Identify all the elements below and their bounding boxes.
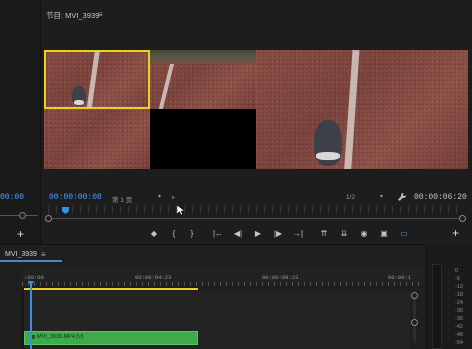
chevron-right-icon: ▸ [172,195,176,201]
meter-tick-label: -24 [455,300,463,306]
meter-tick-label: -30 [455,308,463,314]
step-back-button[interactable]: ◀| [232,228,244,240]
timeline-tick-label: :00:00 [24,274,44,281]
source-add-button[interactable]: + [17,228,24,240]
wrench-icon[interactable] [397,192,407,202]
video-tile-empty [150,109,256,169]
timeline-menu-icon[interactable]: ≡ [41,250,46,259]
comparison-view-button[interactable]: ▣ [378,228,390,240]
go-to-in-button[interactable]: |← [212,228,224,240]
source-scrub-handle[interactable] [19,212,26,219]
program-monitor-title[interactable]: 节目: MVI_3939 [46,10,99,21]
source-timecode[interactable]: 00:00 [0,193,24,202]
extract-button[interactable]: ⇊ [338,228,350,240]
source-monitor-panel [0,0,40,244]
timeline-sequence-name[interactable]: MVI_3939 [5,251,37,258]
export-frame-button[interactable]: ◉ [358,228,370,240]
chevron-down-icon[interactable]: ▾ [380,193,383,200]
program-scrub-bar[interactable] [48,218,464,219]
mark-out-button[interactable]: } [186,228,198,240]
meter-tick-label: -42 [455,324,463,330]
audio-level-meter [432,264,442,349]
video-tile-bottom-left [44,109,150,169]
meter-tick-label: -12 [455,284,463,290]
chevron-down-icon[interactable]: ▾ [158,193,161,200]
step-forward-button[interactable]: |▶ [272,228,284,240]
scrollbar-handle-top[interactable] [411,292,418,299]
lift-button[interactable]: ⇈ [318,228,330,240]
video-grass-strip [150,50,256,64]
zoom-level-dropdown[interactable]: 第 1 页 [112,194,132,204]
go-to-out-button[interactable]: →| [292,228,304,240]
timeline-vertical-scrollbar[interactable] [413,293,416,343]
mark-in-button[interactable]: { [168,228,180,240]
meter-tick-label: -18 [455,292,463,298]
play-button[interactable]: ▶ [252,228,264,240]
toggle-proxy-button[interactable]: ▭ [398,228,410,240]
timeline-tick-label: 00:00:09:23 [262,274,299,281]
meter-tick-label: -48 [455,332,463,338]
mouse-cursor-icon [177,205,185,215]
timeline-tick-label: 00:00:04:23 [135,274,172,281]
scrub-bar-start-handle[interactable] [45,215,52,222]
timeline-tick-label: 00:00:1 [388,274,412,281]
duration-timecode: 00:00:06:20 [414,193,467,202]
add-marker-button[interactable]: ◆ [148,228,160,240]
clip-label: MVI_3939.MP4 [V] [37,334,84,340]
meter-tick-label: -36 [455,316,463,322]
meter-tick-label: -54 [455,340,463,346]
selected-tile-outline[interactable] [44,50,150,109]
playhead-timecode[interactable]: 00:00:00:08 [49,193,102,202]
meter-tick-label: 0 [455,268,459,274]
meter-tick-label: -6 [455,276,460,282]
scrollbar-handle-bottom[interactable] [411,319,418,326]
timeline-playhead[interactable] [30,282,32,349]
video-tile-large [256,50,468,169]
program-time-ruler[interactable] [48,206,464,214]
work-area-bar[interactable] [24,288,198,290]
playback-resolution-dropdown[interactable]: 1/2 [346,194,355,201]
scrub-bar-end-handle[interactable] [459,215,466,222]
program-panel-menu-icon[interactable]: ≡ [98,10,103,19]
timeline-tick-marks [22,282,424,286]
button-editor-add-button[interactable]: + [452,227,459,239]
